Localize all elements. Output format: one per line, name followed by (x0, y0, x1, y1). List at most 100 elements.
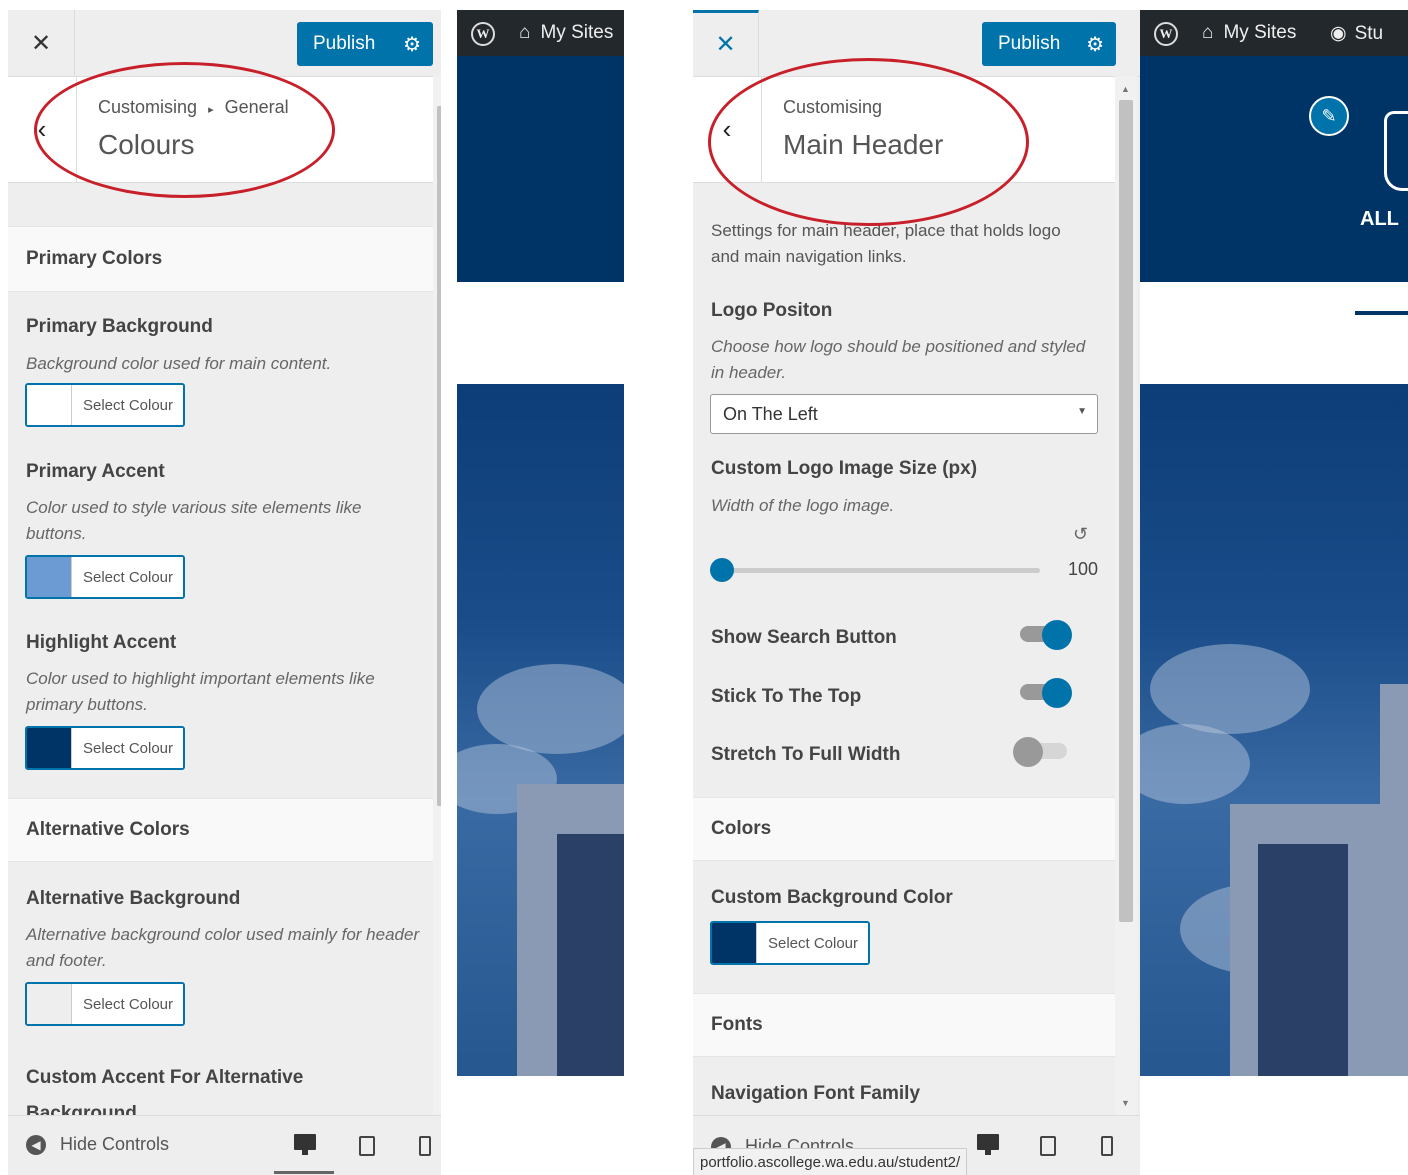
control-description: Choose how logo should be positioned and… (711, 337, 1086, 382)
control-description: Background color used for main content. (26, 354, 332, 373)
scroll-up-arrow-icon[interactable]: ▲ (439, 84, 441, 94)
control-label: Navigation Font Family (711, 1083, 921, 1104)
color-swatch (712, 923, 757, 963)
sidebar-footer: ◀ Hide Controls portfolio.ascollege.wa.e… (693, 1115, 1140, 1175)
publish-button[interactable]: Publish ⚙ (982, 22, 1116, 66)
left-customizer-screenshot: ✕ Publish ⚙ ‹ Customising ▸ General Colo… (8, 10, 624, 1175)
breadcrumb-parent: General (224, 97, 289, 117)
student-site-label: Stu (1354, 22, 1384, 44)
breadcrumb-separator: ▸ (208, 104, 214, 116)
control-label: Primary Accent (26, 461, 165, 482)
section-colors: Colors (693, 797, 1115, 861)
highlight-accent-select-colour-button[interactable]: Select Colour (25, 726, 185, 770)
select-colour-label: Select Colour (73, 728, 183, 768)
control-description: Color used to style various site element… (26, 498, 362, 543)
right-customizer-screenshot: ✕ Publish ⚙ ‹ Customising Main Header Se… (693, 10, 1408, 1175)
slider-track (710, 568, 1040, 573)
stick-to-top-toggle[interactable] (1016, 678, 1072, 708)
publish-label: Publish (998, 33, 1061, 54)
gear-icon[interactable]: ⚙ (1086, 32, 1104, 57)
gear-icon[interactable]: ⚙ (403, 32, 421, 57)
close-icon[interactable]: ✕ (8, 10, 75, 76)
select-colour-label: Select Colour (758, 923, 868, 963)
toggle-label: Show Search Button (711, 627, 897, 648)
breadcrumb-root: Customising (98, 97, 198, 117)
select-colour-label: Select Colour (73, 557, 183, 597)
show-search-toggle[interactable] (1016, 620, 1072, 650)
section-intro: Settings for main header, place that hol… (711, 221, 1061, 266)
my-sites-menu[interactable]: ⌂ My Sites (519, 22, 613, 44)
desktop-preview-icon[interactable] (977, 1134, 999, 1155)
scroll-thumb[interactable] (437, 106, 441, 806)
site-logo-crest (1384, 111, 1408, 191)
sidebar-footer: ◀ Hide Controls (8, 1115, 441, 1175)
nav-underline (1355, 311, 1408, 315)
slider-handle[interactable] (710, 558, 734, 582)
site-preview: W ⌂ My Sites ◉ Stu ✎ ALL (1140, 10, 1408, 1175)
control-label: Primary Background (26, 316, 213, 337)
alternative-background-select-colour-button[interactable]: Select Colour (25, 982, 185, 1026)
color-swatch (27, 728, 72, 768)
scroll-down-arrow-icon[interactable]: ▼ (439, 1098, 441, 1108)
section-primary-colors: Primary Colors (8, 226, 433, 292)
select-colour-label: Select Colour (73, 984, 183, 1024)
site-preview: W ⌂ My Sites (457, 10, 624, 1175)
back-arrow-icon[interactable]: ‹ (8, 77, 77, 182)
my-sites-menu[interactable]: ⌂ My Sites (1202, 22, 1296, 44)
back-arrow-icon[interactable]: ‹ (693, 77, 762, 182)
logo-size-value: 100 (1068, 559, 1099, 579)
desktop-preview-icon[interactable] (294, 1134, 316, 1155)
scroll-down-arrow-icon[interactable]: ▼ (1121, 1098, 1130, 1108)
active-device-indicator (274, 1171, 334, 1174)
site-header: ✎ ALL (1140, 56, 1408, 282)
logo-position-select[interactable]: On The Left ▼ (710, 394, 1098, 434)
tablet-preview-icon[interactable] (1040, 1136, 1056, 1156)
wordpress-logo-icon[interactable]: W (1154, 22, 1178, 46)
primary-background-select-colour-button[interactable]: Select Colour (25, 383, 185, 427)
sidebar-scrollbar[interactable]: ▲ ▼ (433, 76, 441, 1116)
color-swatch (27, 984, 72, 1024)
color-swatch (27, 385, 72, 425)
publish-label: Publish (313, 33, 376, 54)
hide-controls-button[interactable]: ◀ Hide Controls (26, 1134, 169, 1155)
control-label: Alternative Background (26, 888, 241, 909)
breadcrumb: Customising ▸ General (98, 97, 289, 118)
customizer-sidebar: ✕ Publish ⚙ ‹ Customising Main Header Se… (693, 10, 1140, 1175)
panel-header: ‹ Customising ▸ General Colours (8, 77, 441, 183)
custom-background-select-colour-button[interactable]: Select Colour (710, 921, 870, 965)
primary-accent-select-colour-button[interactable]: Select Colour (25, 555, 185, 599)
scroll-thumb[interactable] (1119, 100, 1133, 922)
mobile-preview-icon[interactable] (419, 1136, 431, 1156)
color-swatch (27, 557, 72, 597)
wordpress-logo-icon[interactable]: W (471, 22, 495, 46)
sidebar-scrollbar[interactable]: ▲ ▼ (1115, 76, 1137, 1116)
site-hero-image (1140, 384, 1408, 1076)
panel-title: Colours (98, 129, 195, 160)
toggle-label: Stick To The Top (711, 686, 862, 707)
edit-pencil-icon[interactable]: ✎ (1309, 96, 1349, 136)
toggle-label: Stretch To Full Width (711, 744, 901, 765)
my-sites-icon: ⌂ (1202, 22, 1214, 43)
publish-button[interactable]: Publish ⚙ (297, 22, 433, 66)
control-label: Highlight Accent (26, 632, 177, 653)
customizer-sidebar: ✕ Publish ⚙ ‹ Customising ▸ General Colo… (8, 10, 441, 1175)
control-description: Width of the logo image. (711, 496, 895, 515)
panel-title: Main Header (783, 129, 944, 160)
scroll-up-arrow-icon[interactable]: ▲ (1121, 84, 1130, 94)
site-hero-image (457, 384, 624, 1076)
reset-icon[interactable]: ↺ (1073, 524, 1088, 545)
mobile-preview-icon[interactable] (1101, 1136, 1113, 1156)
tablet-preview-icon[interactable] (359, 1136, 375, 1156)
logo-size-slider[interactable] (710, 558, 1040, 582)
my-sites-icon: ⌂ (519, 22, 531, 43)
student-site-menu[interactable]: ◉ Stu (1330, 22, 1383, 45)
sidebar-top-bar: ✕ Publish ⚙ (693, 10, 1140, 77)
control-label: Logo Positon (711, 300, 833, 321)
section-alternative-colors: Alternative Colors (8, 798, 433, 862)
control-description: Color used to highlight important elemen… (26, 669, 375, 714)
control-description: Alternative background color used mainly… (26, 925, 420, 970)
stretch-full-width-toggle[interactable] (1013, 737, 1069, 767)
close-icon[interactable]: ✕ (693, 10, 759, 76)
breadcrumb-root: Customising (783, 97, 883, 117)
hide-controls-icon: ◀ (26, 1134, 46, 1155)
